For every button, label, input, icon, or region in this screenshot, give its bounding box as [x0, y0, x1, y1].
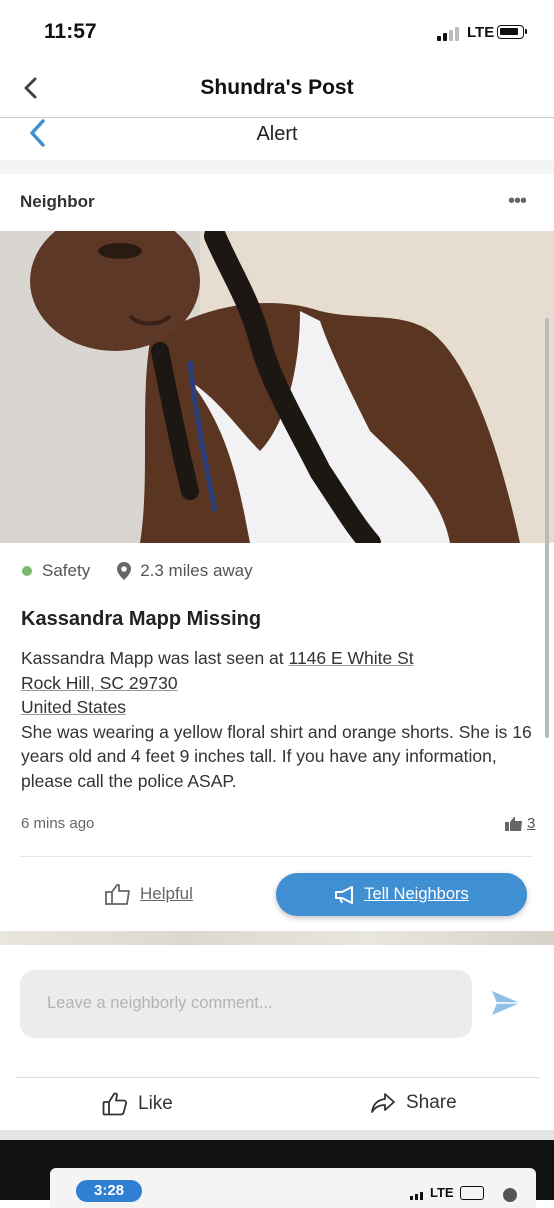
- battery-icon: [497, 25, 527, 39]
- like-label[interactable]: Like: [138, 1093, 173, 1115]
- more-options-icon[interactable]: •••: [508, 190, 527, 213]
- page-title: Shundra's Post: [200, 76, 354, 99]
- helpful-count-value[interactable]: 3: [527, 815, 535, 832]
- post-body-prefix: Kassandra Mapp was last seen at: [21, 648, 289, 668]
- scrollbar[interactable]: [545, 318, 549, 738]
- network-label: LTE: [467, 24, 495, 41]
- post-photo[interactable]: [0, 231, 554, 543]
- helpful-count[interactable]: 3: [505, 815, 535, 832]
- section-separator: [0, 160, 554, 174]
- post-category[interactable]: Safety: [42, 561, 90, 581]
- post-body-text: She was wearing a yellow floral shirt an…: [21, 721, 532, 791]
- address-link-line1[interactable]: 1146 E White St: [289, 648, 414, 668]
- helpful-label[interactable]: Helpful: [140, 884, 193, 904]
- thumbs-up-small-icon: [505, 816, 522, 831]
- mini-battery-icon: [460, 1186, 484, 1200]
- helpful-button[interactable]: Helpful: [104, 883, 193, 905]
- actions-divider: [15, 1077, 539, 1078]
- share-label[interactable]: Share: [406, 1092, 457, 1114]
- bottom-separator: [0, 1130, 554, 1140]
- alert-title: Alert: [256, 123, 298, 145]
- thumbs-up-outline-icon: [105, 884, 130, 905]
- mini-status-time: 3:28: [76, 1180, 142, 1202]
- post-timestamp: 6 mins ago: [21, 815, 95, 832]
- post-distance: 2.3 miles away: [140, 561, 253, 580]
- send-icon[interactable]: [490, 988, 522, 1018]
- location-pin-icon: [117, 562, 132, 580]
- card-divider: [20, 856, 532, 857]
- like-thumb-icon: [102, 1092, 128, 1116]
- post-meta: Safety 2.3 miles away: [22, 561, 253, 581]
- status-time: 11:57: [44, 20, 97, 43]
- share-button[interactable]: Share: [370, 1092, 457, 1114]
- photo-illustration: [0, 231, 554, 543]
- post-body: Kassandra Mapp was last seen at 1146 E W…: [21, 646, 541, 793]
- share-arrow-icon: [371, 1093, 395, 1113]
- megaphone-icon: [335, 885, 354, 904]
- map-preview: [0, 931, 554, 945]
- tell-neighbors-button[interactable]: Tell Neighbors: [276, 873, 527, 916]
- signal-icon: [437, 27, 459, 41]
- post-title: Kassandra Mapp Missing: [21, 608, 262, 630]
- tell-neighbors-label[interactable]: Tell Neighbors: [364, 885, 469, 904]
- like-button[interactable]: Like: [102, 1092, 173, 1116]
- comment-placeholder[interactable]: Leave a neighborly comment...: [47, 994, 273, 1013]
- mini-signal-icon: [410, 1192, 423, 1200]
- category-dot-icon: [22, 566, 32, 576]
- nav-divider: [0, 117, 554, 118]
- mini-network-label: LTE: [430, 1185, 454, 1200]
- address-link-line3[interactable]: United States: [21, 697, 126, 717]
- address-link-line2[interactable]: Rock Hill, SC 29730: [21, 673, 178, 693]
- post-author-type: Neighbor: [20, 192, 95, 211]
